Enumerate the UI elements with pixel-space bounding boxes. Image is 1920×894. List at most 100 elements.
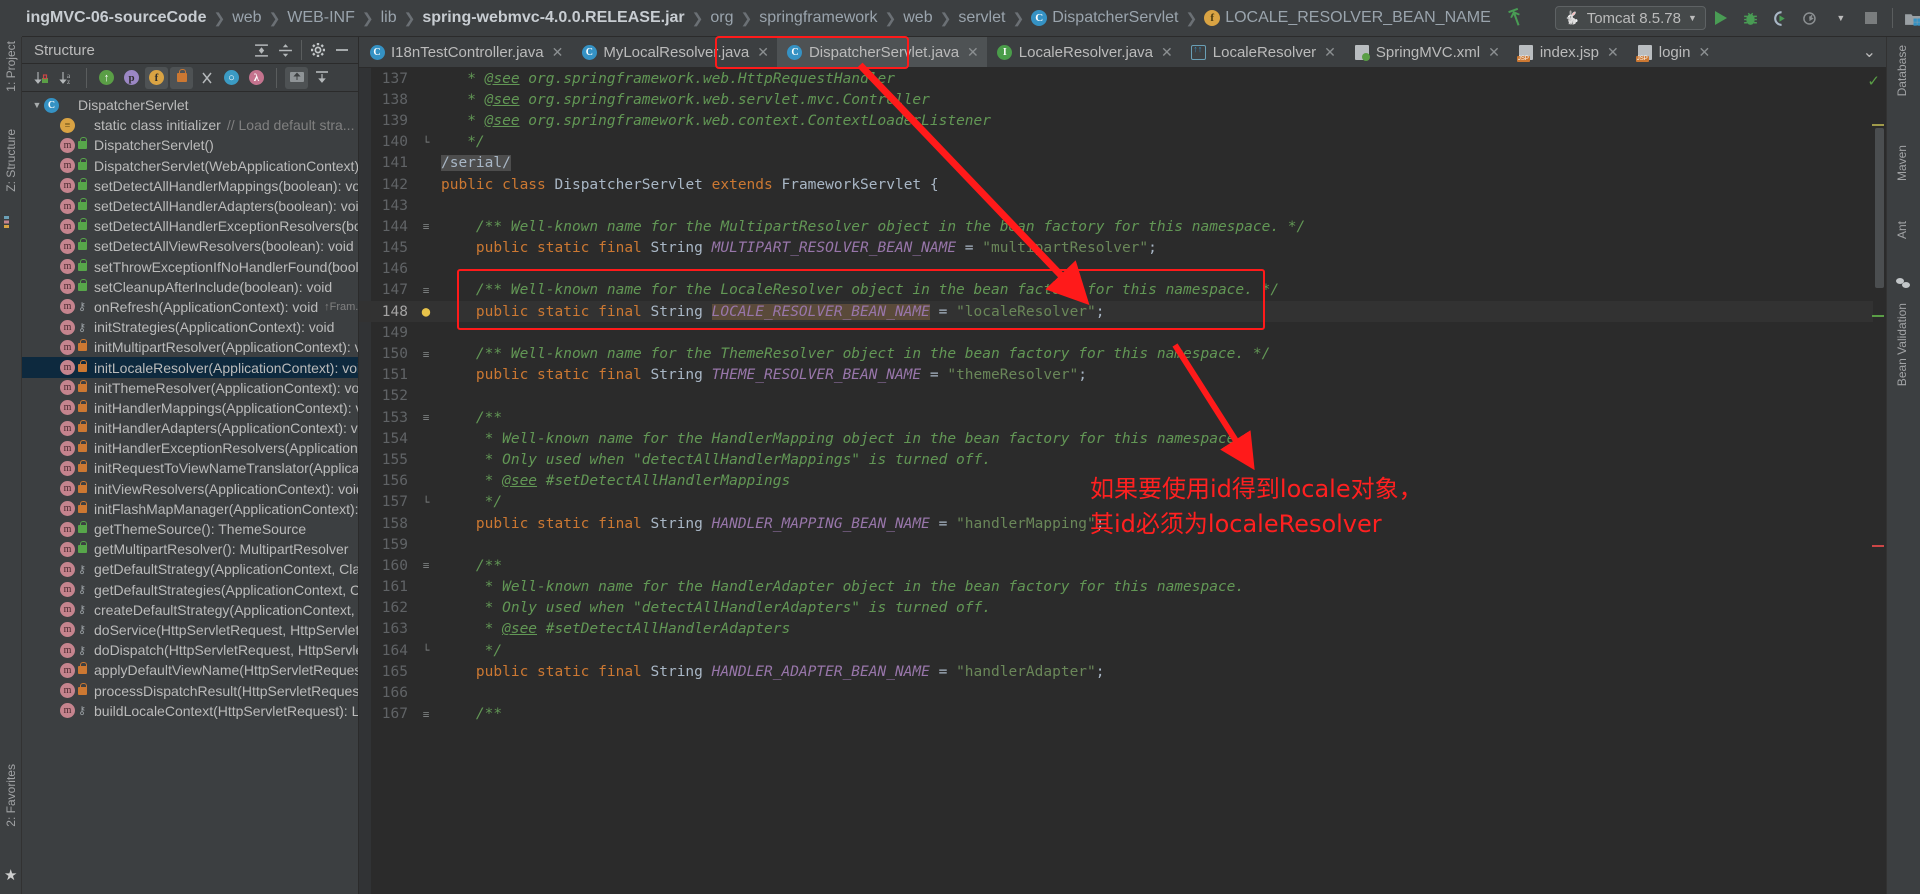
- stripe-button-favorites[interactable]: 2: Favorites: [4, 760, 18, 836]
- editor-line[interactable]: 161 * Well-known name for the HandlerAda…: [359, 577, 1886, 598]
- structure-tree-item[interactable]: m DispatcherServlet(): [22, 135, 358, 155]
- run-configuration-selector[interactable]: 🐇 Tomcat 8.5.78 ▼: [1554, 6, 1706, 30]
- structure-tree-item[interactable]: m ⚷ buildLocaleContext(HttpServletRequest)…: [22, 701, 358, 721]
- javadoc-fold-icon[interactable]: ≡: [415, 220, 437, 233]
- structure-tree-item[interactable]: m setDetectAllViewResolvers(boolean): voi…: [22, 236, 358, 256]
- sort-alphabetically-icon[interactable]: az: [55, 67, 78, 89]
- breadcrumb-item-lib[interactable]: lib: [377, 9, 401, 27]
- autoscroll-from-source-icon[interactable]: [310, 67, 333, 89]
- run-button[interactable]: [1706, 4, 1736, 32]
- close-icon[interactable]: ✕: [1607, 44, 1619, 61]
- editor-line[interactable]: 149: [359, 322, 1886, 343]
- structure-tree-item[interactable]: m ⚷ getDefaultStrategy(ApplicationContext,…: [22, 559, 358, 579]
- structure-tree-item[interactable]: m ⚷ doDispatch(HttpServletRequest, HttpSer…: [22, 640, 358, 660]
- bean-validation-icon[interactable]: [1895, 277, 1912, 297]
- inspection-ok-icon[interactable]: ✓: [1867, 72, 1880, 90]
- favorites-star-icon[interactable]: ★: [4, 866, 17, 884]
- structure-tree-item[interactable]: m initViewResolvers(ApplicationContext): …: [22, 479, 358, 499]
- structure-tree-item[interactable]: m applyDefaultViewName(HttpServletRequest…: [22, 660, 358, 680]
- editor-line[interactable]: 162 * Only used when "detectAllHandlerAd…: [359, 598, 1886, 619]
- settings-gear-icon[interactable]: [308, 40, 328, 60]
- intention-bulb-icon[interactable]: ●: [415, 304, 437, 320]
- editor-line[interactable]: 142 public class DispatcherServlet extend…: [359, 174, 1886, 195]
- editor-line[interactable]: 151 public static final String THEME_RES…: [359, 365, 1886, 386]
- breadcrumb-item-web[interactable]: web: [228, 9, 265, 27]
- editor-tab[interactable]: login ✕: [1627, 37, 1718, 67]
- close-icon[interactable]: ✕: [1161, 44, 1173, 61]
- editor-line[interactable]: 150 ≡ /** Well-known name for the ThemeRe…: [359, 343, 1886, 364]
- close-icon[interactable]: ✕: [552, 44, 564, 61]
- marker-error[interactable]: [1872, 545, 1884, 547]
- editor-line[interactable]: 153 ≡ /**: [359, 407, 1886, 428]
- editor-tab[interactable]: C MyLocalResolver.java ✕: [571, 37, 777, 67]
- structure-tree-item[interactable]: m processDispatchResult(HttpServletReques…: [22, 680, 358, 700]
- editor-line[interactable]: 154 * Well-known name for the HandlerMap…: [359, 428, 1886, 449]
- stop-button[interactable]: [1856, 4, 1886, 32]
- structure-tree-item[interactable]: ▼ C DispatcherServlet: [22, 95, 358, 115]
- editor-tab[interactable]: C I18nTestController.java ✕: [359, 37, 571, 67]
- structure-tree-item[interactable]: m setDetectAllHandlerExceptionResolvers(b…: [22, 216, 358, 236]
- stripe-button-maven[interactable]: Maven: [1895, 141, 1909, 190]
- structure-tree-item[interactable]: m setDetectAllHandlerMappings(boolean): v…: [22, 176, 358, 196]
- editor-line[interactable]: 148 ● public static final String LOCALE_R…: [359, 301, 1886, 323]
- editor-line[interactable]: 143: [359, 195, 1886, 216]
- structure-tree-item[interactable]: m getMultipartResolver(): MultipartResolv…: [22, 539, 358, 559]
- structure-tree-item[interactable]: m setThrowExceptionIfNoHandlerFound(boole…: [22, 257, 358, 277]
- show-lambdas-icon[interactable]: λ: [245, 67, 268, 89]
- editor-line[interactable]: 166: [359, 682, 1886, 703]
- show-inherited-icon[interactable]: ↑: [95, 67, 118, 89]
- tabs-overflow-chevron-down-icon[interactable]: ⌄: [1853, 37, 1886, 67]
- editor-line[interactable]: 152: [359, 386, 1886, 407]
- editor-line[interactable]: 141/serial/: [359, 153, 1886, 174]
- structure-tree-item[interactable]: m DispatcherServlet(WebApplicationContext…: [22, 156, 358, 176]
- structure-tree[interactable]: ▼ C DispatcherServlet ≡ static class initial…: [22, 93, 358, 894]
- editor-line[interactable]: 147 ≡ /** Well-known name for the LocaleR…: [359, 280, 1886, 301]
- breadcrumb-item-servlet[interactable]: servlet: [954, 9, 1009, 27]
- breadcrumb-item-webinf[interactable]: WEB-INF: [283, 9, 359, 27]
- editor-line[interactable]: 137 * @see org.springframework.web.HttpR…: [359, 68, 1886, 89]
- fold-end-icon[interactable]: └: [415, 644, 437, 657]
- debug-button[interactable]: [1736, 4, 1766, 32]
- structure-tree-item[interactable]: m ⚷ onRefresh(ApplicationContext): void ↑Fr…: [22, 297, 358, 317]
- structure-tree-item[interactable]: m ⚷ initStrategies(ApplicationContext): vo…: [22, 317, 358, 337]
- scrollbar-thumb[interactable]: [1875, 128, 1884, 288]
- breadcrumb-item-module[interactable]: ingMVC-06-sourceCode: [22, 9, 210, 27]
- editor-line[interactable]: 138 * @see org.springframework.web.servl…: [359, 89, 1886, 110]
- structure-tree-item[interactable]: m ⚷ createDefaultStrategy(ApplicationConte…: [22, 600, 358, 620]
- editor-line[interactable]: 140 └ */: [359, 132, 1886, 153]
- sort-by-visibility-icon[interactable]: [30, 67, 53, 89]
- breadcrumb-item-class[interactable]: C DispatcherServlet: [1027, 9, 1182, 27]
- editor-line[interactable]: 165 public static final String HANDLER_A…: [359, 661, 1886, 682]
- marker-change[interactable]: [1872, 315, 1884, 317]
- editor-line[interactable]: 163 * @see #setDetectAllHandlerAdapters: [359, 619, 1886, 640]
- javadoc-fold-icon[interactable]: ≡: [415, 284, 437, 297]
- show-anonymous-icon[interactable]: [195, 67, 218, 89]
- project-structure-button[interactable]: [1899, 4, 1920, 32]
- close-icon[interactable]: ✕: [1324, 44, 1336, 61]
- expand-all-icon[interactable]: [251, 40, 271, 60]
- editor-tab[interactable]: LocaleResolver ✕: [1181, 37, 1344, 67]
- marker-warning[interactable]: [1872, 124, 1884, 126]
- breadcrumb-item-web2[interactable]: web: [899, 9, 936, 27]
- structure-tree-item[interactable]: m setDetectAllHandlerAdapters(boolean): v…: [22, 196, 358, 216]
- javadoc-fold-icon[interactable]: ≡: [415, 411, 437, 424]
- structure-tree-item[interactable]: m getThemeSource(): ThemeSource: [22, 519, 358, 539]
- breadcrumb-item-jar[interactable]: spring-webmvc-4.0.0.RELEASE.jar: [418, 9, 688, 27]
- navigate-up-icon[interactable]: ⤒: [1507, 4, 1525, 31]
- show-non-public-icon[interactable]: [170, 66, 193, 89]
- profiler-button[interactable]: [1796, 4, 1826, 32]
- collapse-all-icon[interactable]: [275, 40, 295, 60]
- editor-line[interactable]: 139 * @see org.springframework.web.conte…: [359, 110, 1886, 131]
- editor-scrollbar[interactable]: [1873, 68, 1886, 894]
- show-fields-icon[interactable]: f: [145, 66, 168, 89]
- structure-tree-item[interactable]: m initHandlerAdapters(ApplicationContext)…: [22, 418, 358, 438]
- editor-tab[interactable]: I LocaleResolver.java ✕: [987, 37, 1181, 67]
- structure-tree-item[interactable]: m initHandlerMappings(ApplicationContext)…: [22, 398, 358, 418]
- stripe-button-database[interactable]: Database: [1895, 41, 1909, 105]
- structure-tree-item[interactable]: m ⚷ doService(HttpServletRequest, HttpServ…: [22, 620, 358, 640]
- editor-line[interactable]: 146: [359, 259, 1886, 280]
- structure-tree-item[interactable]: m initLocaleResolver(ApplicationContext):…: [22, 357, 358, 378]
- editor-line[interactable]: 160 ≡ /**: [359, 555, 1886, 576]
- breadcrumb-item-org[interactable]: org: [706, 9, 737, 27]
- javadoc-fold-icon[interactable]: ≡: [415, 348, 437, 361]
